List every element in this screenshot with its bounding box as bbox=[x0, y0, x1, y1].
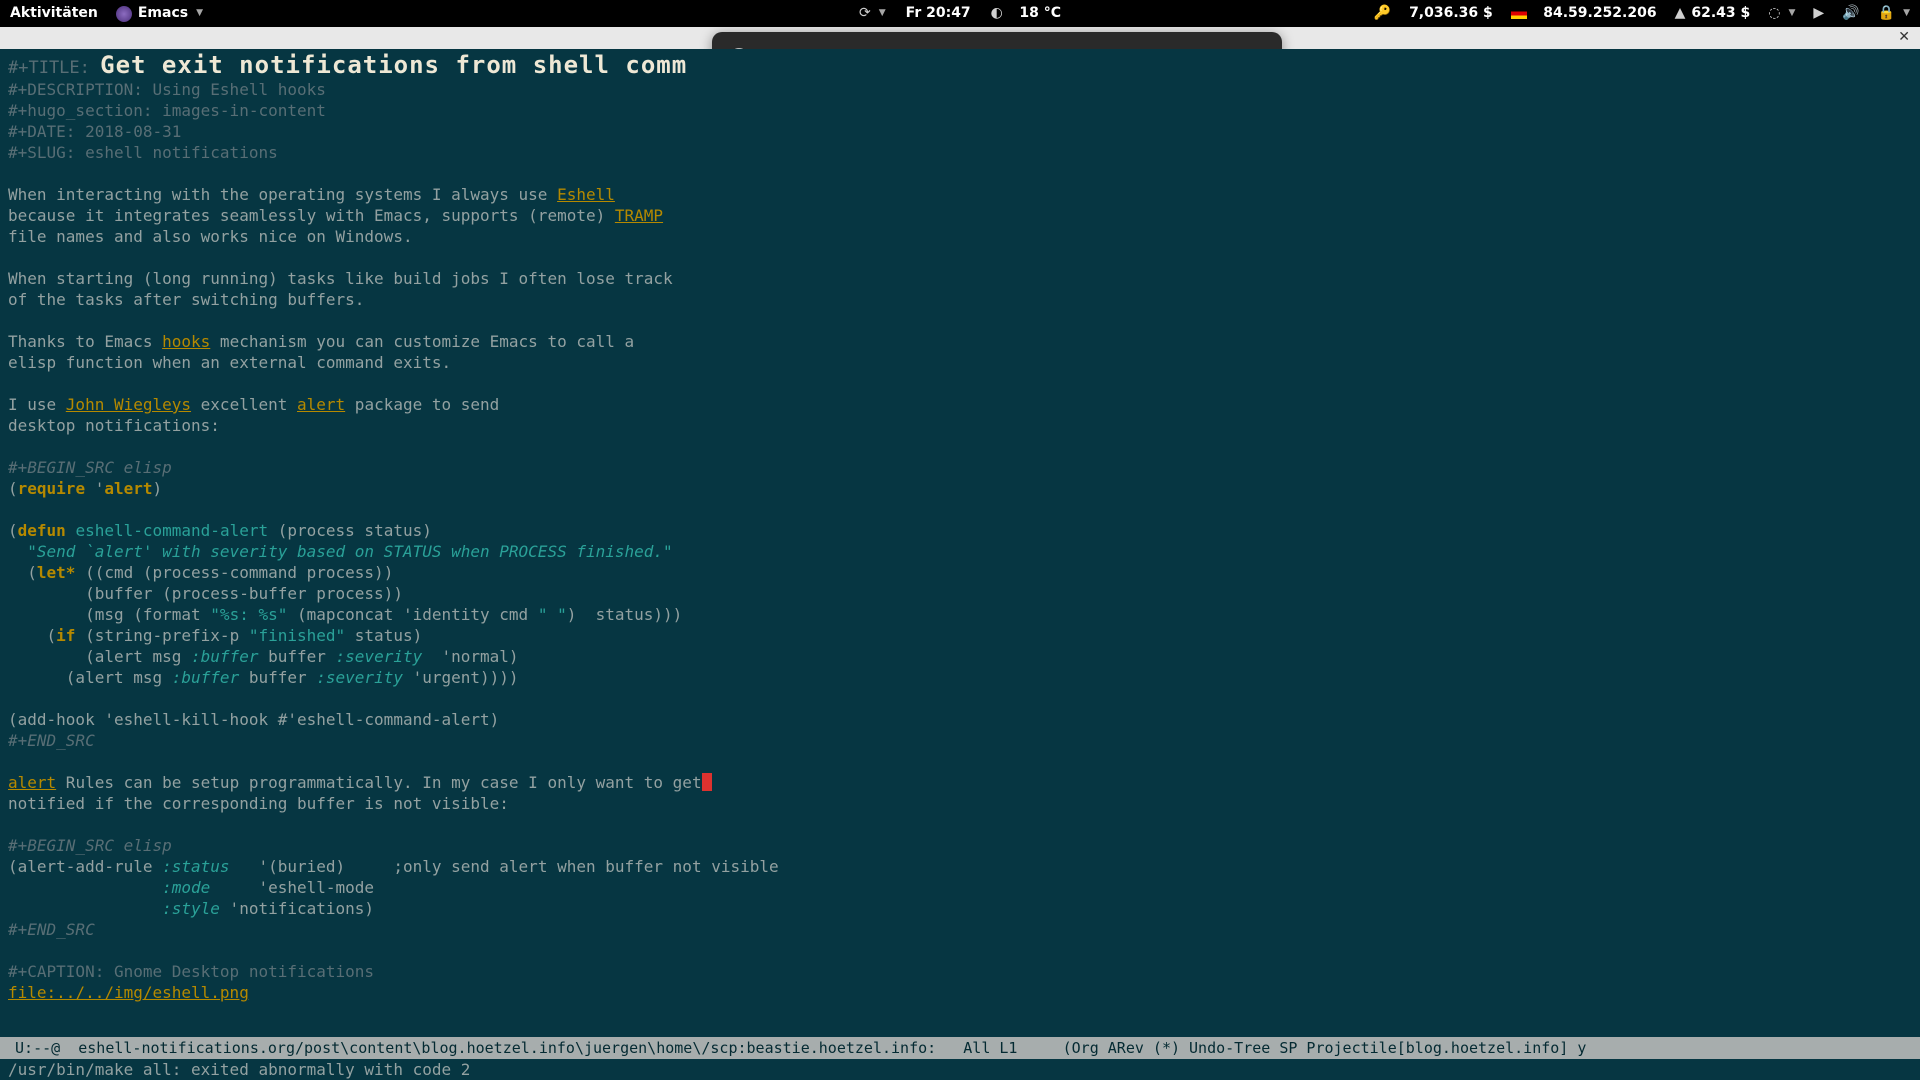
kwarg: :style bbox=[162, 899, 220, 918]
body-text: because it integrates seamlessly with Em… bbox=[8, 206, 615, 225]
kw-require: require bbox=[18, 479, 85, 498]
emacs-modeline[interactable]: U:--@ eshell-notifications.org/post\cont… bbox=[0, 1037, 1920, 1059]
body-text: When starting (long running) tasks like … bbox=[8, 268, 1912, 289]
code: (alert-add-rule bbox=[8, 857, 162, 876]
gnome-top-panel: Aktivitäten Emacs▼ ⟳▼ Fr 20:47 ◐ 18 °C 🔑… bbox=[0, 0, 1920, 27]
focused-app-menu[interactable]: Emacs▼ bbox=[116, 0, 203, 27]
org-description: #+DESCRIPTION: Using Eshell hooks bbox=[8, 79, 1912, 100]
wifi-icon[interactable]: ▶ bbox=[1813, 0, 1824, 27]
code: ( bbox=[8, 626, 56, 645]
body-text: of the tasks after switching buffers. bbox=[8, 289, 1912, 310]
code: buffer bbox=[239, 668, 316, 687]
link-hooks[interactable]: hooks bbox=[162, 332, 210, 351]
link-alert[interactable]: alert bbox=[297, 395, 345, 414]
activities-button[interactable]: Aktivitäten bbox=[10, 0, 98, 27]
code: ((cmd (process-command process)) bbox=[75, 563, 393, 582]
body-text: mechanism you can customize Emacs to cal… bbox=[210, 332, 634, 351]
body-text: I use bbox=[8, 395, 66, 414]
code bbox=[8, 878, 162, 897]
body-text: elisp function when an external command … bbox=[8, 352, 1912, 373]
code: 'normal) bbox=[422, 647, 518, 666]
clock[interactable]: Fr 20:47 bbox=[906, 0, 971, 27]
ip-indicator[interactable]: 84.59.252.206 bbox=[1511, 0, 1657, 27]
paren: ) bbox=[153, 479, 163, 498]
code: 'eshell-mode bbox=[210, 878, 374, 897]
org-title: Get exit notifications from shell comm bbox=[100, 51, 687, 79]
code: (alert msg bbox=[8, 668, 172, 687]
string: "%s: %s" bbox=[210, 605, 287, 624]
org-caption: #+CAPTION: Gnome Desktop notifications bbox=[8, 961, 1912, 982]
paren: ( bbox=[8, 521, 18, 540]
org-hugo-section: #+hugo_section: images-in-content bbox=[8, 100, 1912, 121]
code: ( bbox=[8, 563, 37, 582]
code: 'notifications) bbox=[220, 899, 374, 918]
emacs-icon bbox=[116, 6, 132, 22]
kwarg: :status bbox=[162, 857, 229, 876]
code: (buffer (process-buffer process)) bbox=[8, 583, 1912, 604]
body-text: Rules can be setup programmatically. In … bbox=[56, 773, 701, 792]
body-text: desktop notifications: bbox=[8, 415, 1912, 436]
org-begin-src-2: #+BEGIN_SRC elisp bbox=[8, 835, 1912, 856]
string: " " bbox=[538, 605, 567, 624]
code: ' bbox=[85, 479, 104, 498]
code: buffer bbox=[258, 647, 335, 666]
chevron-down-icon: ▼ bbox=[196, 0, 203, 27]
kw-defun: defun bbox=[18, 521, 66, 540]
body-text: When interacting with the operating syst… bbox=[8, 185, 557, 204]
kw-let: let* bbox=[37, 563, 76, 582]
body-text: file names and also works nice on Window… bbox=[8, 226, 1912, 247]
docstring: "Send `alert' with severity based on STA… bbox=[8, 541, 1912, 562]
kw-if: if bbox=[56, 626, 75, 645]
kwarg: :severity bbox=[316, 668, 403, 687]
body-text: Thanks to Emacs bbox=[8, 332, 162, 351]
link-file-image[interactable]: file:../../img/eshell.png bbox=[8, 983, 249, 1002]
ticker-2[interactable]: ▲ 62.43 $ bbox=[1675, 0, 1751, 27]
flag-de-icon bbox=[1511, 8, 1527, 19]
text-cursor bbox=[702, 773, 712, 791]
org-date: #+DATE: 2018-08-31 bbox=[8, 121, 1912, 142]
volume-icon[interactable]: 🔊 bbox=[1842, 0, 1859, 27]
moon-icon: ◐ bbox=[991, 0, 1003, 27]
code: 'urgent)))) bbox=[403, 668, 519, 687]
weather[interactable]: ◐ 18 °C bbox=[991, 0, 1061, 27]
body-text: package to send bbox=[345, 395, 499, 414]
link-alert-2[interactable]: alert bbox=[8, 773, 56, 792]
sym-alert: alert bbox=[104, 479, 152, 498]
kwarg: :mode bbox=[162, 878, 210, 897]
body-text: notified if the corresponding buffer is … bbox=[8, 793, 1912, 814]
key-icon[interactable]: 🔑 bbox=[1374, 0, 1391, 27]
body-text: excellent bbox=[191, 395, 297, 414]
org-end-src-2: #+END_SRC bbox=[8, 919, 1912, 940]
org-end-src: #+END_SRC bbox=[8, 730, 1912, 751]
string: "finished" bbox=[249, 626, 345, 645]
link-john-wiegley[interactable]: John Wiegleys bbox=[66, 395, 191, 414]
org-begin-src: #+BEGIN_SRC elisp bbox=[8, 457, 1912, 478]
link-eshell[interactable]: Eshell bbox=[557, 185, 615, 204]
org-slug: #+SLUG: eshell notifications bbox=[8, 142, 1912, 163]
refresh-icon[interactable]: ⟳▼ bbox=[859, 0, 886, 27]
fn-name: eshell-command-alert bbox=[66, 521, 278, 540]
code: (process status) bbox=[278, 521, 432, 540]
code: (alert msg bbox=[8, 647, 191, 666]
org-title-keyword: #+TITLE: bbox=[8, 58, 100, 78]
code: ) status))) bbox=[567, 605, 683, 624]
paren: ( bbox=[8, 479, 18, 498]
code: status) bbox=[345, 626, 422, 645]
code: (mapconcat 'identity cmd bbox=[287, 605, 537, 624]
emacs-buffer[interactable]: #+TITLE: Get exit notifications from she… bbox=[0, 49, 1920, 1080]
tab-close-icon[interactable]: ✕ bbox=[1898, 29, 1910, 45]
link-tramp[interactable]: TRAMP bbox=[615, 206, 663, 225]
kwarg: :buffer bbox=[172, 668, 239, 687]
kwarg: :severity bbox=[336, 647, 423, 666]
code: (msg (format bbox=[8, 605, 210, 624]
code: (add-hook 'eshell-kill-hook #'eshell-com… bbox=[8, 709, 1912, 730]
code: '(buried) ;only send alert when buffer n… bbox=[230, 857, 779, 876]
lock-icon[interactable]: 🔒▼ bbox=[1878, 0, 1910, 27]
emacs-echo-area: /usr/bin/make all: exited abnormally wit… bbox=[0, 1059, 1920, 1080]
status-circle-icon[interactable]: ◌▼ bbox=[1768, 0, 1795, 27]
code bbox=[8, 899, 162, 918]
code: (string-prefix-p bbox=[75, 626, 248, 645]
ticker-1[interactable]: 7,036.36 $ bbox=[1409, 0, 1493, 27]
kwarg: :buffer bbox=[191, 647, 258, 666]
